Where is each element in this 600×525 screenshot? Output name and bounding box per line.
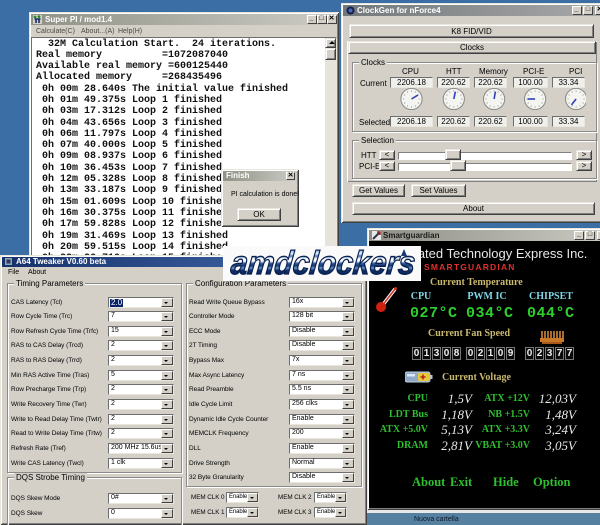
svg-text:amdclockers: amdclockers: [229, 246, 417, 281]
